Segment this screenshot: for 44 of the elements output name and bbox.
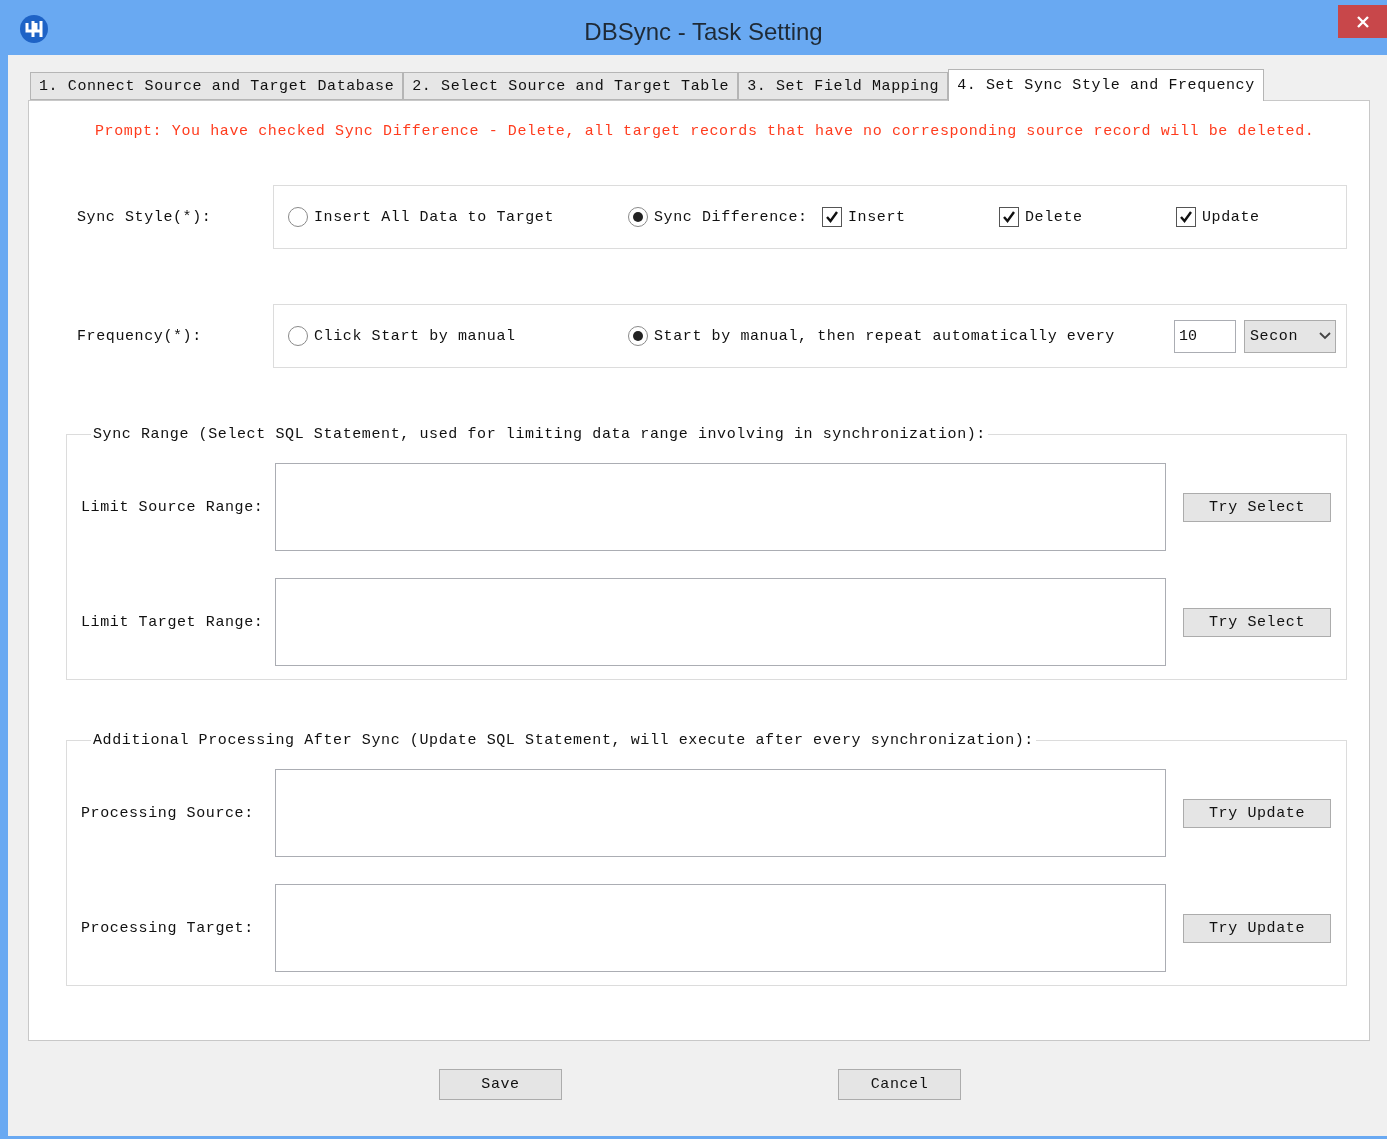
- tab[interactable]: 2. Select Source and Target Table: [403, 72, 739, 100]
- radio-button[interactable]: [288, 326, 308, 346]
- field-label: Processing Source:: [81, 804, 255, 822]
- tab[interactable]: 1. Connect Source and Target Database: [30, 72, 404, 100]
- field-label: Limit Target Range:: [81, 613, 265, 631]
- field-label: Frequency(*):: [77, 327, 203, 345]
- close-icon: [1355, 14, 1370, 29]
- checkbox[interactable]: [1176, 207, 1196, 227]
- try-button[interactable]: Try Select: [1183, 492, 1331, 522]
- sql-input-field[interactable]: [275, 578, 1166, 666]
- radio-button[interactable]: [628, 326, 648, 346]
- window-title: DBSync - Task Setting: [583, 17, 824, 46]
- try-button[interactable]: Try Update: [1183, 913, 1331, 943]
- sql-input-field[interactable]: [275, 884, 1166, 972]
- prompt-message: Prompt: You have checked Sync Difference - Delete, all target records that have no corresponding source record will be deleted.: [95, 123, 1316, 142]
- field-label: Limit Source Range:: [81, 498, 265, 516]
- radio-label: Click Start by manual: [314, 327, 516, 345]
- try-button[interactable]: Try Select: [1183, 607, 1331, 637]
- radio-label: Start by manual, then repeat automatically every: [654, 327, 1115, 345]
- field-label: Processing Target:: [81, 919, 255, 937]
- radio-label: Sync Difference:: [654, 208, 808, 226]
- sql-input-field[interactable]: [275, 769, 1166, 857]
- interval-field[interactable]: 10: [1174, 319, 1236, 353]
- save-button[interactable]: Save: [439, 1069, 562, 1100]
- sql-input-field[interactable]: [275, 463, 1166, 551]
- unit-dropdown[interactable]: Secon: [1244, 319, 1336, 353]
- group-title: Additional Processing After Sync (Update SQL Statement, will execute after every synchronization):: [92, 732, 1035, 749]
- cancel-button[interactable]: Cancel: [838, 1069, 961, 1100]
- try-button[interactable]: Try Update: [1183, 798, 1331, 828]
- checkbox-label: Insert: [848, 208, 906, 226]
- checkbox[interactable]: [999, 207, 1019, 227]
- close-button[interactable]: [1338, 5, 1387, 38]
- field-label: Sync Style(*):: [77, 208, 213, 226]
- radio-button[interactable]: [628, 207, 648, 227]
- group-title: Sync Range (Select SQL Statement, used for limiting data range involving in synchronization):: [92, 426, 987, 443]
- checkbox[interactable]: [822, 207, 842, 227]
- checkbox-label: Delete: [1025, 208, 1083, 226]
- radio-label: Insert All Data to Target: [314, 208, 555, 226]
- checkbox-label: Update: [1202, 208, 1260, 226]
- app-logo-icon: [19, 13, 49, 44]
- chevron-down-icon: [1319, 332, 1331, 340]
- tab[interactable]: 4. Set Sync Style and Frequency: [948, 69, 1264, 101]
- tab[interactable]: 3. Set Field Mapping: [738, 72, 949, 100]
- radio-button[interactable]: [288, 207, 308, 227]
